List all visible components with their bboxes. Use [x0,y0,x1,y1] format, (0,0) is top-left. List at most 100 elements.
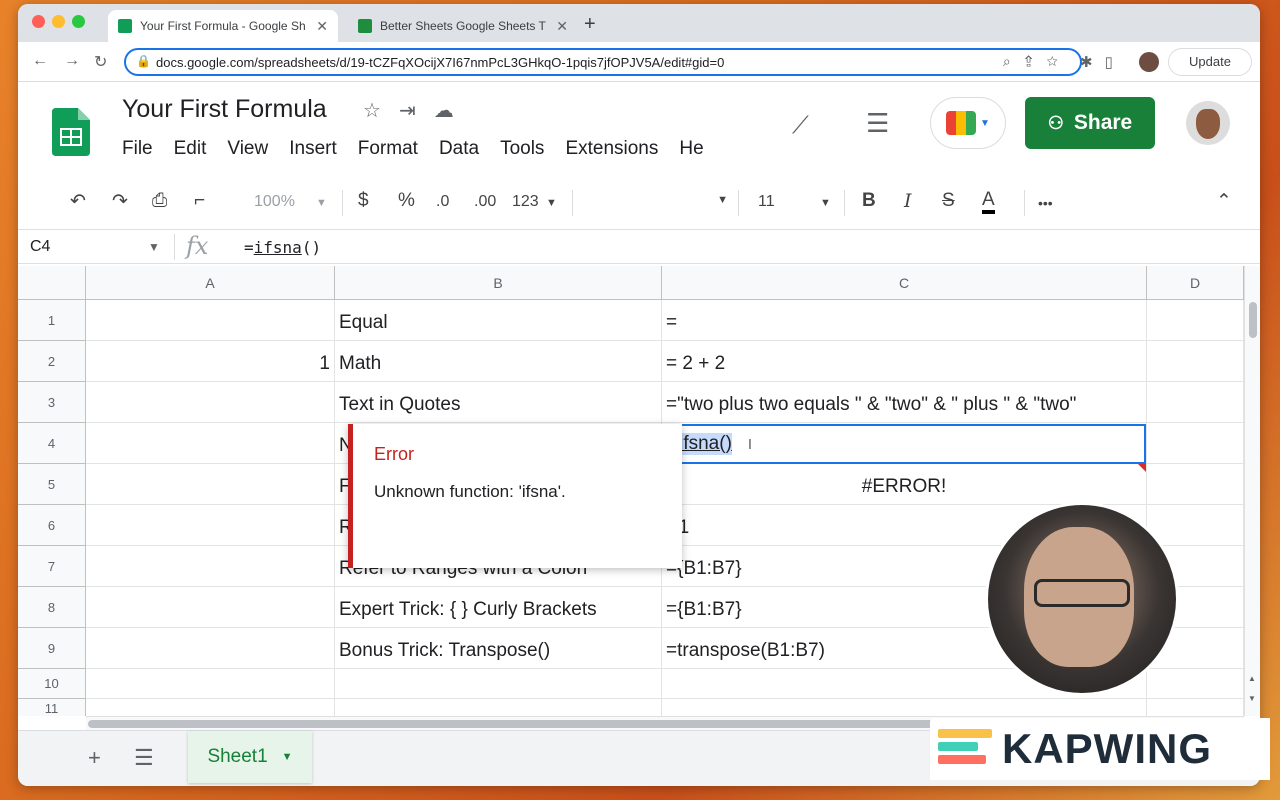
cell-a3[interactable] [86,382,335,423]
reload-icon[interactable]: ↻ [94,52,107,72]
scroll-down-icon[interactable]: ▼ [1248,694,1256,703]
font-family-select[interactable]: ▼ [588,190,728,207]
menu-extensions[interactable]: Extensions [565,138,658,160]
chevron-down-icon[interactable]: ▼ [148,240,160,254]
vertical-scrollbar[interactable]: ▲ ▼ [1244,266,1260,716]
cell-b9[interactable]: Bonus Trick: Transpose() [335,628,662,669]
cell-b1[interactable]: Equal [335,300,662,341]
menu-data[interactable]: Data [439,138,479,160]
font-size-select[interactable]: 11 [758,193,775,211]
menu-insert[interactable]: Insert [289,138,337,160]
close-window-button[interactable] [32,15,45,28]
more-formats-button[interactable]: 123 [512,193,539,211]
new-tab-button[interactable]: + [584,13,596,36]
extensions-icon[interactable]: ✱▯ [1080,53,1125,71]
text-color-button[interactable]: A [982,190,995,214]
error-indicator-icon[interactable] [1138,464,1146,472]
back-arrow-icon[interactable]: ← [32,52,48,70]
activity-trend-icon[interactable]: ⟋ [792,112,809,140]
undo-icon[interactable]: ↶ [70,190,86,213]
meet-button[interactable]: ▼ [930,97,1006,149]
cell-a10[interactable] [86,669,335,699]
menu-tools[interactable]: Tools [500,138,544,160]
omnibox-actions-icon[interactable]: ⌕⇪☆ [1003,53,1072,70]
print-icon[interactable]: ⎙ [152,190,167,212]
sheets-logo-icon[interactable] [52,108,90,156]
row-header[interactable]: 8 [18,587,86,628]
all-sheets-list-icon[interactable]: ☰ [134,745,154,771]
document-title[interactable]: Your First Formula [122,95,327,124]
close-tab-icon[interactable]: ✕ [556,18,568,35]
bold-button[interactable]: B [862,190,876,212]
cell-d11[interactable] [1147,699,1244,716]
forward-arrow-icon[interactable]: → [64,52,80,70]
update-button[interactable]: Update [1168,48,1252,76]
cell-b3[interactable]: Text in Quotes [335,382,662,423]
account-avatar[interactable] [1186,101,1230,145]
increase-decimal-button[interactable]: .00 [474,193,496,211]
column-header-b[interactable]: B [335,266,662,300]
decrease-decimal-button[interactable]: .0 [436,193,449,211]
cell-a8[interactable] [86,587,335,628]
cell-c11[interactable] [662,699,1147,716]
strikethrough-button[interactable]: S [942,190,955,212]
collapse-toolbar-icon[interactable]: ⌃ [1216,190,1232,213]
cell-b2[interactable]: Math [335,341,662,382]
row-header[interactable]: 3 [18,382,86,423]
cell-a4[interactable] [86,423,335,464]
cell-d10[interactable] [1147,669,1244,699]
column-header-d[interactable]: D [1147,266,1244,300]
cell-a2[interactable]: 1 [86,341,335,382]
profile-avatar[interactable] [1139,52,1159,72]
close-tab-icon[interactable]: ✕ [316,18,328,35]
paint-format-icon[interactable]: ⌐ [194,190,205,212]
cell-c1[interactable]: = [662,300,1147,341]
share-button[interactable]: ⚇ Share [1025,97,1155,149]
currency-button[interactable]: $ [358,190,369,212]
cell-a7[interactable] [86,546,335,587]
cell-a9[interactable] [86,628,335,669]
column-header-a[interactable]: A [86,266,335,300]
row-header[interactable]: 1 [18,300,86,341]
add-sheet-button[interactable]: + [88,745,101,771]
menu-file[interactable]: File [122,138,153,160]
comments-icon[interactable]: ☰ [866,108,889,139]
cell-a5[interactable] [86,464,335,505]
cell-d5[interactable] [1147,464,1244,505]
more-options-button[interactable]: ••• [1038,195,1053,211]
active-cell-editor[interactable]: =ifsna()I [662,424,1146,464]
browser-tab-active[interactable]: Your First Formula - Google Sh ✕ [108,10,338,42]
minimize-window-button[interactable] [52,15,65,28]
maximize-window-button[interactable] [72,15,85,28]
name-box[interactable]: C4 [30,238,50,256]
menu-format[interactable]: Format [358,138,418,160]
cell-c2[interactable]: = 2 + 2 [662,341,1147,382]
cell-c5[interactable]: #ERROR! [662,464,1147,505]
cell-b11[interactable] [335,699,662,716]
cell-d2[interactable] [1147,341,1244,382]
cell-b8[interactable]: Expert Trick: { } Curly Brackets [335,587,662,628]
url-input[interactable]: 🔒 docs.google.com/spreadsheets/d/19-tCZF… [124,48,1082,76]
menu-help[interactable]: He [679,138,703,160]
select-all-corner[interactable] [18,266,86,300]
row-header[interactable]: 10 [18,669,86,699]
redo-icon[interactable]: ↷ [112,190,128,213]
cell-a11[interactable] [86,699,335,716]
row-header[interactable]: 4 [18,423,86,464]
column-header-c[interactable]: C [662,266,1147,300]
row-header[interactable]: 6 [18,505,86,546]
cell-d6[interactable] [1147,505,1244,546]
browser-tab-inactive[interactable]: Better Sheets Google Sheets T ✕ [348,10,578,42]
cell-d4[interactable] [1147,423,1244,464]
formula-input[interactable]: =ifsna() [244,238,321,257]
sheet-tab-sheet1[interactable]: Sheet1 ▼ [188,731,312,783]
row-header[interactable]: 2 [18,341,86,382]
menu-edit[interactable]: Edit [174,138,207,160]
menu-view[interactable]: View [227,138,268,160]
italic-button[interactable]: I [904,190,912,212]
zoom-select[interactable]: 100% [254,193,295,211]
scroll-up-icon[interactable]: ▲ [1248,674,1256,683]
cell-c3[interactable]: ="two plus two equals " & "two" & " plus… [662,382,1147,423]
row-header[interactable]: 9 [18,628,86,669]
cell-a1[interactable] [86,300,335,341]
